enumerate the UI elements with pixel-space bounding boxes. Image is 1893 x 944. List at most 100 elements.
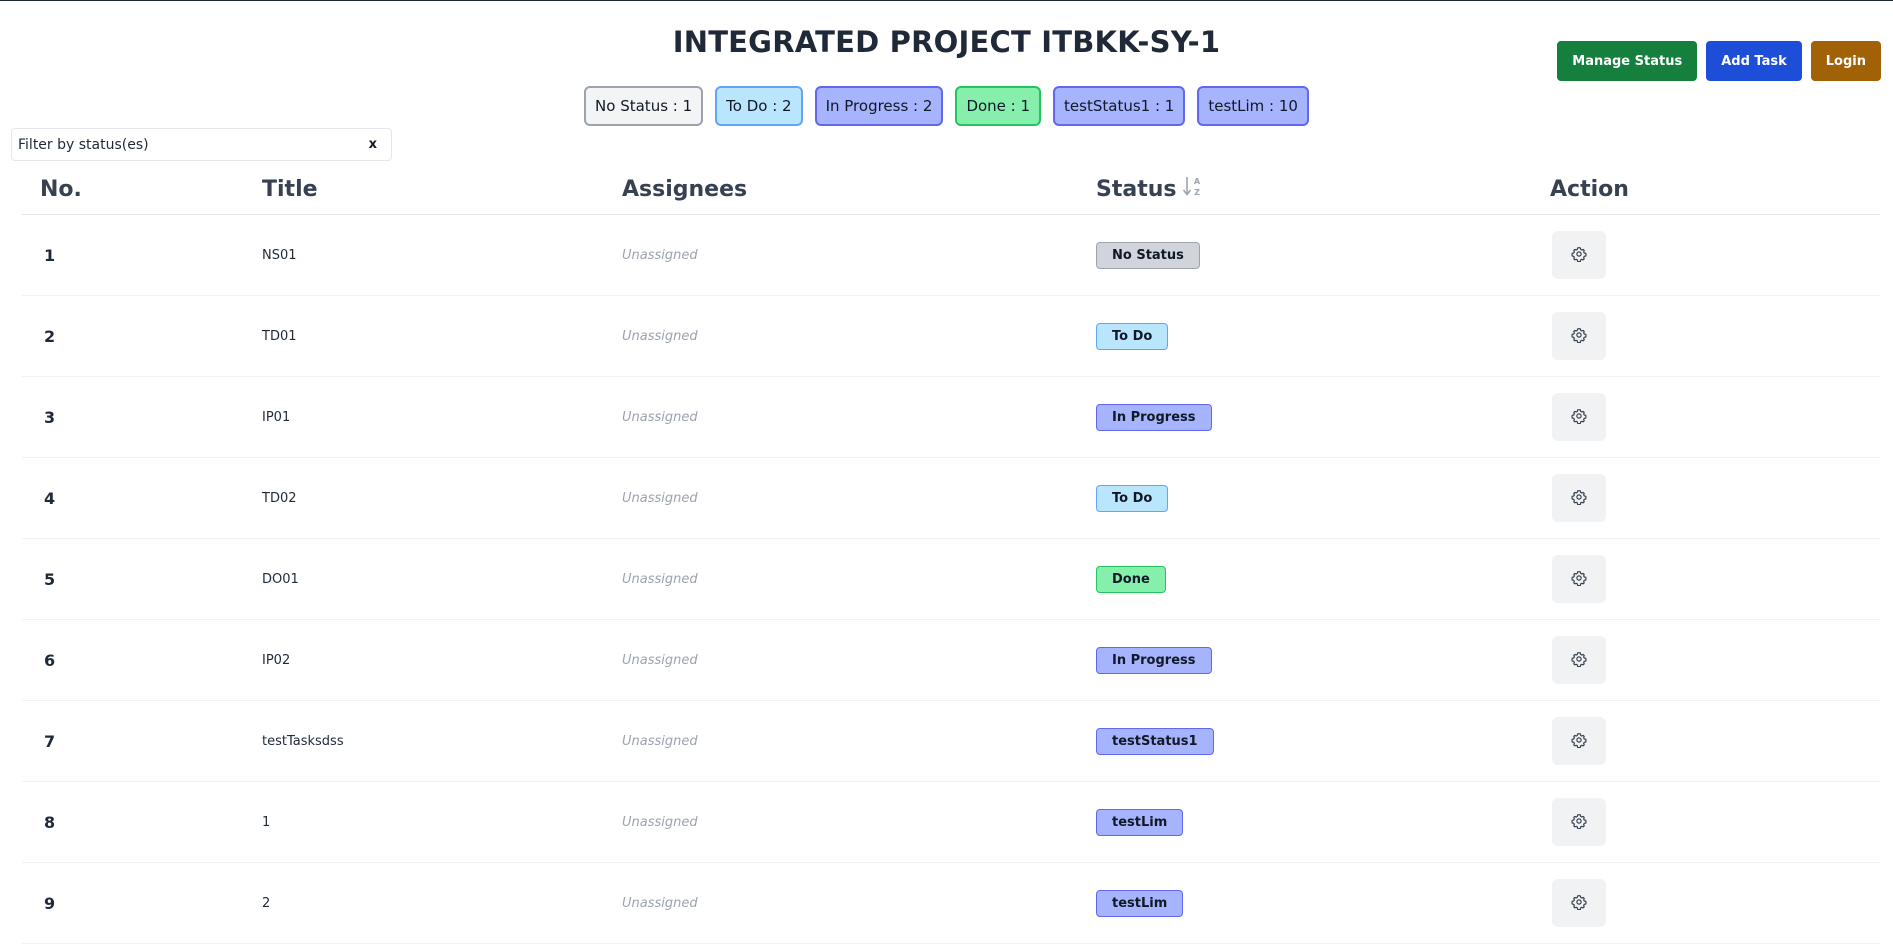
task-status-cell: In Progress	[1096, 620, 1212, 700]
summary-chip-testlim[interactable]: testLim : 10	[1197, 86, 1309, 126]
task-assignees: Unassigned	[622, 247, 698, 263]
gear-icon	[1571, 813, 1587, 832]
task-action-cell	[1552, 377, 1606, 457]
table-body: 1 NS01 Unassigned No Status 2 TD01 Unass…	[22, 215, 1880, 944]
task-title[interactable]: IP01	[262, 377, 290, 457]
svg-text:A: A	[1194, 177, 1201, 186]
task-title[interactable]: TD02	[262, 458, 297, 538]
task-assignees: Unassigned	[622, 571, 698, 587]
sort-alpha-down-icon[interactable]: A Z	[1182, 174, 1204, 204]
task-status-cell: No Status	[1096, 215, 1200, 295]
task-number: 5	[44, 569, 56, 589]
gear-icon	[1571, 408, 1587, 427]
add-task-button[interactable]: Add Task	[1706, 41, 1802, 81]
table-row: 9 2 Unassigned testLim	[22, 863, 1880, 944]
table-row: 2 TD01 Unassigned To Do	[22, 296, 1880, 377]
column-header-assignees: Assignees	[622, 176, 748, 202]
gear-icon	[1571, 489, 1587, 508]
task-action-cell	[1552, 458, 1606, 538]
gear-icon	[1571, 732, 1587, 751]
task-title[interactable]: DO01	[262, 539, 299, 619]
task-title[interactable]: NS01	[262, 215, 297, 295]
task-settings-button[interactable]	[1552, 636, 1606, 684]
filter-placeholder: Filter by status(es)	[18, 136, 149, 153]
task-table: No. Title Assignees Status A Z Action 1 …	[22, 164, 1880, 944]
task-title[interactable]: 2	[262, 863, 270, 943]
task-assignees: Unassigned	[622, 733, 698, 749]
top-actions: Manage Status Add Task Login	[1557, 41, 1881, 81]
status-badge: Done	[1096, 565, 1166, 593]
task-action-cell	[1552, 215, 1606, 295]
task-action-cell	[1552, 863, 1606, 943]
task-status-cell: To Do	[1096, 458, 1169, 538]
task-assignees: Unassigned	[622, 814, 698, 830]
task-action-cell	[1552, 539, 1606, 619]
table-row: 1 NS01 Unassigned No Status	[22, 215, 1880, 296]
task-number: 2	[44, 326, 56, 346]
summary-chip-teststatus1[interactable]: testStatus1 : 1	[1053, 86, 1186, 126]
table-row: 4 TD02 Unassigned To Do	[22, 458, 1880, 539]
task-settings-button[interactable]	[1552, 798, 1606, 846]
task-status-cell: Done	[1096, 539, 1166, 619]
table-header: No. Title Assignees Status A Z Action	[22, 164, 1880, 215]
status-summary: No Status : 1 To Do : 2 In Progress : 2 …	[0, 86, 1893, 126]
task-title[interactable]: testTasksdss	[262, 701, 344, 781]
gear-icon	[1571, 246, 1587, 265]
task-action-cell	[1552, 296, 1606, 376]
task-title[interactable]: TD01	[262, 296, 297, 376]
status-filter-input[interactable]: Filter by status(es) x	[11, 128, 392, 161]
table-row: 7 testTasksdss Unassigned testStatus1	[22, 701, 1880, 782]
table-row: 3 IP01 Unassigned In Progress	[22, 377, 1880, 458]
task-action-cell	[1552, 620, 1606, 700]
status-badge: In Progress	[1096, 646, 1212, 674]
table-row: 5 DO01 Unassigned Done	[22, 539, 1880, 620]
task-settings-button[interactable]	[1552, 717, 1606, 765]
task-settings-button[interactable]	[1552, 879, 1606, 927]
task-number: 7	[44, 731, 56, 751]
task-title[interactable]: IP02	[262, 620, 290, 700]
table-row: 8 1 Unassigned testLim	[22, 782, 1880, 863]
task-action-cell	[1552, 701, 1606, 781]
gear-icon	[1571, 651, 1587, 670]
task-status-cell: testStatus1	[1096, 701, 1214, 781]
task-settings-button[interactable]	[1552, 231, 1606, 279]
manage-status-button[interactable]: Manage Status	[1557, 41, 1698, 81]
login-button[interactable]: Login	[1810, 41, 1881, 81]
gear-icon	[1571, 327, 1587, 346]
task-number: 9	[44, 893, 56, 913]
svg-text:Z: Z	[1195, 188, 1201, 197]
task-settings-button[interactable]	[1552, 312, 1606, 360]
summary-chip-in-progress[interactable]: In Progress : 2	[814, 86, 944, 126]
task-number: 6	[44, 650, 56, 670]
task-assignees: Unassigned	[622, 895, 698, 911]
summary-chip-done[interactable]: Done : 1	[955, 86, 1042, 126]
table-row: 6 IP02 Unassigned In Progress	[22, 620, 1880, 701]
task-status-cell: testLim	[1096, 863, 1184, 943]
status-badge: To Do	[1096, 322, 1169, 350]
task-status-cell: To Do	[1096, 296, 1169, 376]
gear-icon	[1571, 570, 1587, 589]
task-settings-button[interactable]	[1552, 474, 1606, 522]
task-assignees: Unassigned	[622, 409, 698, 425]
task-title[interactable]: 1	[262, 782, 270, 862]
status-badge: To Do	[1096, 484, 1169, 512]
task-assignees: Unassigned	[622, 652, 698, 668]
summary-chip-to-do[interactable]: To Do : 2	[715, 86, 803, 126]
task-status-cell: testLim	[1096, 782, 1184, 862]
task-number: 1	[44, 245, 56, 265]
task-number: 8	[44, 812, 56, 832]
gear-icon	[1571, 894, 1587, 913]
status-badge: No Status	[1096, 241, 1200, 269]
status-badge: testStatus1	[1096, 727, 1214, 755]
filter-clear-button[interactable]: x	[361, 137, 385, 152]
column-header-status: Status A Z	[1096, 174, 1204, 204]
column-header-status-label: Status	[1096, 176, 1177, 202]
top-border	[0, 0, 1893, 1]
task-settings-button[interactable]	[1552, 393, 1606, 441]
task-assignees: Unassigned	[622, 328, 698, 344]
task-settings-button[interactable]	[1552, 555, 1606, 603]
task-number: 4	[44, 488, 56, 508]
summary-chip-no-status[interactable]: No Status : 1	[584, 86, 704, 126]
task-action-cell	[1552, 782, 1606, 862]
column-header-action: Action	[1550, 176, 1629, 202]
